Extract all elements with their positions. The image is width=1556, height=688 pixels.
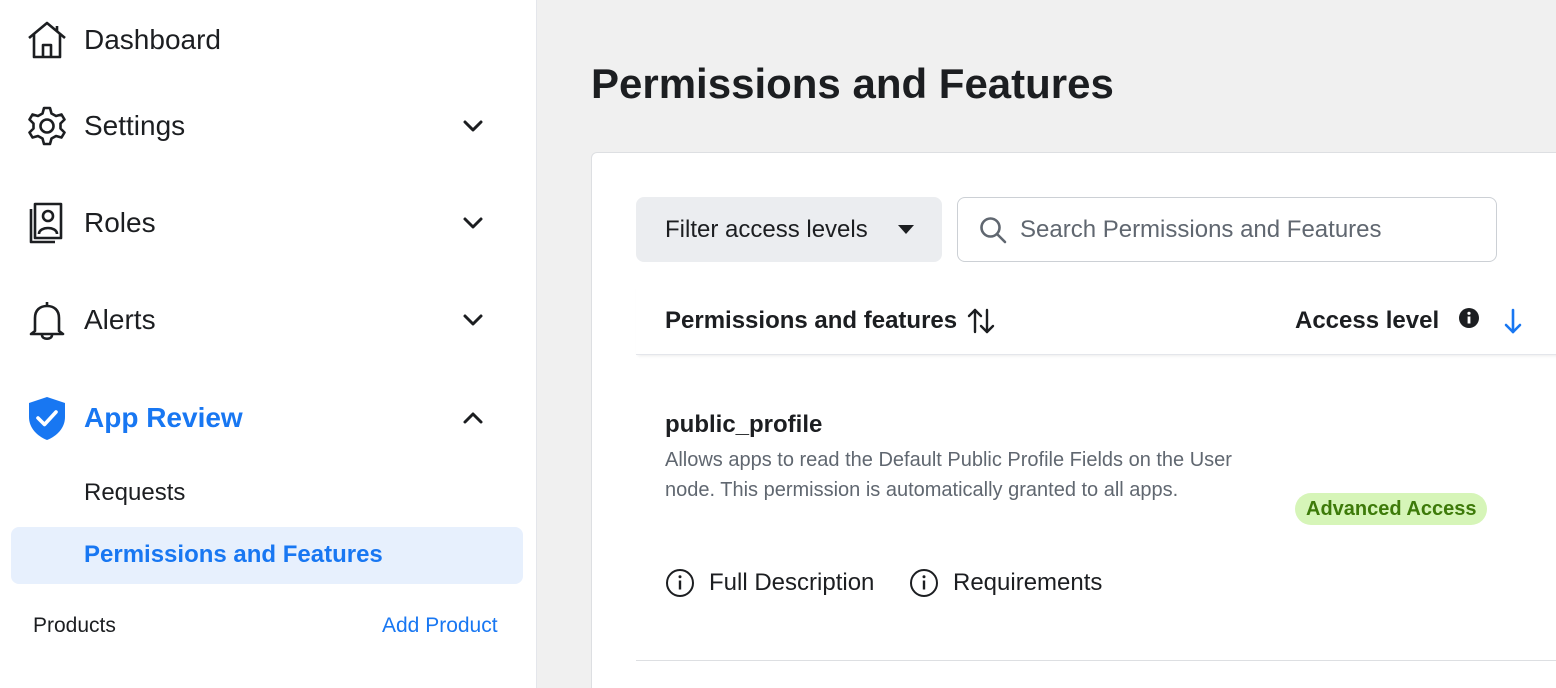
- table-header: Permissions and features Access level: [636, 283, 1556, 355]
- info-outline-icon: [910, 569, 938, 597]
- sidebar-subitem-label: Permissions and Features: [84, 541, 383, 568]
- search-icon: [980, 217, 1007, 244]
- sidebar-item-alerts[interactable]: Alerts: [0, 290, 537, 350]
- filter-access-levels-button[interactable]: Filter access levels: [636, 197, 942, 262]
- products-label: Products: [33, 614, 116, 637]
- sort-icon[interactable]: [966, 307, 996, 335]
- shield-check-icon: [24, 395, 70, 441]
- main-content: Permissions and Features Filter access l…: [537, 0, 1556, 688]
- table-row: public_profile Allows apps to read the D…: [636, 383, 1556, 661]
- link-label: Full Description: [709, 569, 875, 596]
- info-icon[interactable]: [1458, 307, 1480, 329]
- sidebar-item-dashboard[interactable]: Dashboard: [0, 10, 537, 70]
- sidebar-item-label: Settings: [84, 110, 186, 141]
- filter-button-label: Filter access levels: [665, 215, 868, 243]
- chevron-down-icon[interactable]: [458, 208, 488, 238]
- roles-icon: [24, 200, 70, 246]
- sort-descending-icon[interactable]: [1502, 307, 1524, 335]
- gear-icon: [24, 103, 70, 149]
- permissions-card: Filter access levels Permissions and fea…: [591, 152, 1556, 688]
- sidebar: Dashboard Settings Roles Alerts App Revi…: [0, 0, 537, 688]
- bell-icon: [24, 297, 70, 343]
- caret-down-icon: [898, 225, 914, 234]
- link-label: Requirements: [953, 569, 1103, 596]
- sidebar-subitem-requests[interactable]: Requests: [84, 479, 185, 507]
- column-header-permissions[interactable]: Permissions and features: [665, 307, 957, 335]
- chevron-up-icon[interactable]: [458, 403, 488, 433]
- search-input[interactable]: [1020, 208, 1480, 252]
- chevron-down-icon[interactable]: [458, 111, 488, 141]
- info-outline-icon: [666, 569, 694, 597]
- sidebar-item-roles[interactable]: Roles: [0, 193, 537, 253]
- home-icon: [24, 17, 70, 63]
- full-description-link[interactable]: Full Description: [665, 567, 874, 599]
- access-level-badge: Advanced Access: [1295, 493, 1488, 525]
- page-title: Permissions and Features: [591, 60, 1114, 107]
- sidebar-subitem-permissions-and-features[interactable]: Permissions and Features: [11, 527, 523, 584]
- chevron-down-icon[interactable]: [458, 305, 488, 335]
- permission-name: public_profile: [665, 411, 823, 438]
- column-header-access-level[interactable]: Access level: [1295, 307, 1439, 335]
- app-root: Dashboard Settings Roles Alerts App Revi…: [0, 0, 1556, 688]
- sidebar-item-settings[interactable]: Settings: [0, 96, 537, 156]
- add-product-link[interactable]: Add Product: [382, 614, 498, 638]
- sidebar-item-label: App Review: [84, 402, 243, 433]
- sidebar-item-label: Alerts: [84, 304, 156, 335]
- sidebar-item-label: Roles: [84, 207, 156, 238]
- requirements-link[interactable]: Requirements: [909, 567, 1102, 599]
- search-box: [957, 197, 1497, 262]
- permission-description: Allows apps to read the Default Public P…: [665, 449, 1232, 501]
- sidebar-item-app-review[interactable]: App Review: [0, 388, 537, 448]
- sidebar-item-label: Dashboard: [84, 24, 221, 55]
